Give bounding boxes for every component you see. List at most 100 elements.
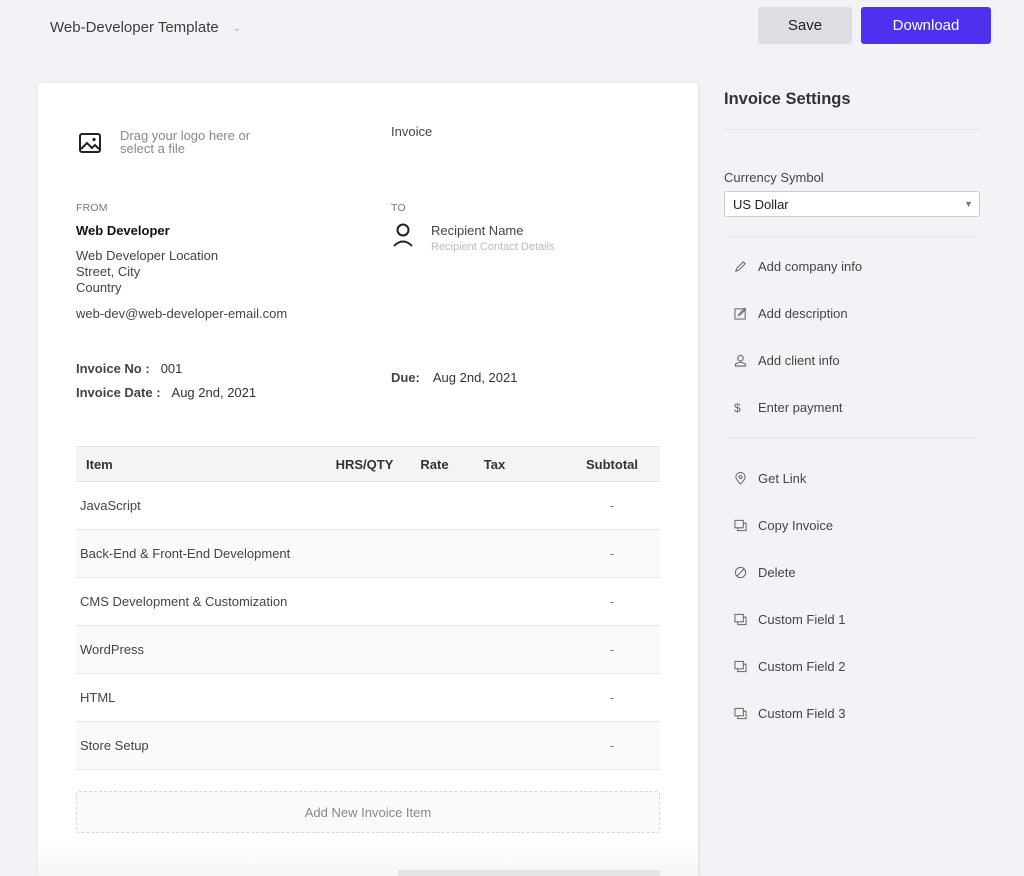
logo-dropzone[interactable]: Drag your logo here or select a file [78,129,280,155]
logo-prompt: Drag your logo here or select a file [120,128,251,156]
table-body: JavaScript - Back-End & Front-End Develo… [76,482,660,770]
settings-panel: Invoice Settings Currency Symbol US Doll… [724,90,980,737]
menu-label: Get Link [758,471,807,486]
cell-item: Store Setup [80,738,149,753]
download-button[interactable]: Download [861,7,991,44]
divider [724,437,980,438]
header-qty: HRS/QTY [335,456,394,472]
cell-subtotal: - [609,498,614,513]
add-company-info-item[interactable]: Add company info [724,243,980,290]
cell-item: CMS Development & Customization [80,594,288,609]
items-table: Item HRS/QTY Rate Tax Subtotal JavaScrip… [76,446,660,770]
currency-select[interactable]: US Dollar ▼ [724,191,980,217]
pencil-icon [735,261,746,272]
due-date: Aug 2nd, 2021 [432,370,518,385]
custom-field-3-item[interactable]: Custom Field 3 [724,690,980,737]
invoice-title[interactable]: Invoice [391,124,432,139]
chevron-down-icon: ⌄ [232,22,242,34]
add-invoice-item-button[interactable]: Add New Invoice Item [76,791,660,833]
address-line: Web Developer Location [76,248,219,263]
menu-label: Custom Field 3 [758,706,846,721]
get-link-item[interactable]: Get Link [724,455,980,502]
recipient-contact: Recipient Contact Details [431,241,555,253]
divider [724,129,980,130]
table-row[interactable]: WordPress - [76,626,660,674]
custom-field-1-item[interactable]: Custom Field 1 [724,596,980,643]
copy-icon [734,519,747,532]
due-date-row[interactable]: Due: Aug 2nd, 2021 [391,370,517,385]
divider [724,236,980,237]
menu-label: Custom Field 2 [758,659,846,674]
invoice-number-row[interactable]: Invoice No : 001 [76,361,256,376]
invoice-date-label: Invoice Date : [76,385,161,400]
image-icon [79,133,101,153]
invoice-number-label: Invoice No : [76,361,150,376]
currency-value: US Dollar [733,196,789,212]
add-client-info-item[interactable]: Add client info [724,337,980,384]
menu-label: Add client info [758,353,840,368]
from-label: FROM [76,202,108,214]
to-label: TO [391,202,406,214]
menu-label: Delete [758,565,796,580]
custom-field-2-item[interactable]: Custom Field 2 [724,643,980,690]
cell-subtotal: - [609,738,614,753]
header-item: Item [86,456,113,472]
enter-payment-item[interactable]: $ Enter payment [724,384,980,431]
settings-title: Invoice Settings [724,90,851,108]
tools-menu: Get Link Copy Invoice Delete Custom Fiel… [724,455,980,737]
top-bar: Web-Developer Template ⌄ Save Download [0,0,1024,60]
table-row[interactable]: CMS Development & Customization - [76,578,660,626]
header-rate: Rate [420,456,449,472]
invoice-number: 001 [160,361,183,376]
actions-menu: Add company info Add description Add cli… [724,243,980,431]
template-selector[interactable]: Web-Developer Template ⌄ [50,17,241,37]
to-section[interactable]: TO Recipient Name Recipient Contact Deta… [391,202,651,253]
table-header: Item HRS/QTY Rate Tax Subtotal [76,446,660,482]
cell-subtotal: - [609,642,614,657]
invoice-date: Aug 2nd, 2021 [171,385,257,400]
delete-item[interactable]: Delete [724,549,980,596]
due-label: Due: [391,370,420,385]
menu-label: Custom Field 1 [758,612,846,627]
table-row[interactable]: HTML - [76,674,660,722]
menu-label: Enter payment [758,400,843,415]
cell-item: Back-End & Front-End Development [80,546,291,561]
table-row[interactable]: Store Setup - [76,722,660,770]
user-icon [393,223,413,247]
header-subtotal: Subtotal [586,456,638,472]
from-name: Web Developer [76,223,170,238]
table-row[interactable]: JavaScript - [76,482,660,530]
invoice-date-row[interactable]: Invoice Date : Aug 2nd, 2021 [76,385,256,400]
copy-icon [734,707,747,720]
cell-item: HTML [80,690,116,705]
copy-invoice-item[interactable]: Copy Invoice [724,502,980,549]
cell-item: JavaScript [80,498,141,513]
address-line: Street, City [76,264,141,279]
user-icon [734,354,747,367]
caret-down-icon: ▼ [964,199,973,209]
dollar-icon: $ [734,400,741,415]
menu-label: Add company info [758,259,863,274]
recipient-name: Recipient Name [431,223,524,238]
add-description-item[interactable]: Add description [724,290,980,337]
invoice-paper: Drag your logo here or select a file Inv… [38,83,698,876]
from-section[interactable]: FROM Web Developer Web Developer Locatio… [76,202,356,321]
cell-subtotal: - [609,546,614,561]
from-address: Web Developer Location Street, City Coun… [76,248,356,296]
from-email: web-dev@web-developer-email.com [76,306,288,321]
menu-label: Add description [758,306,848,321]
currency-label: Currency Symbol [724,170,824,185]
cell-subtotal: - [609,690,614,705]
table-row[interactable]: Back-End & Front-End Development - [76,530,660,578]
cell-subtotal: - [609,594,614,609]
copy-icon [734,613,747,626]
cell-item: WordPress [80,642,145,657]
copy-icon [734,660,747,673]
ban-icon [734,566,747,579]
menu-label: Copy Invoice [758,518,834,533]
header-tax: Tax [483,456,506,472]
save-button[interactable]: Save [758,7,852,44]
location-pin-icon [735,472,746,485]
totals-bar [398,870,660,876]
address-line: Country [76,280,122,295]
